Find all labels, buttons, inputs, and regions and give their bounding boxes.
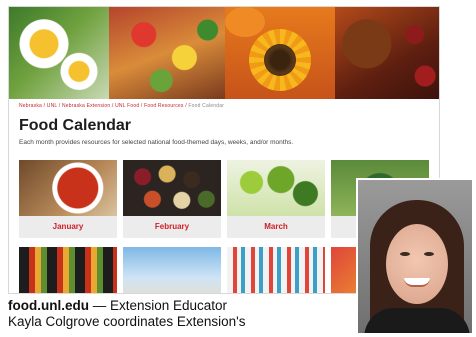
breadcrumb-link[interactable]: UNL [47, 103, 57, 109]
banner-anise-image [335, 7, 439, 99]
month-card[interactable] [227, 247, 325, 293]
breadcrumb-link[interactable]: Nebraska [19, 103, 42, 109]
banner-sunflower-image [225, 7, 335, 99]
month-card-february[interactable]: February [123, 160, 221, 238]
month-card-january[interactable]: January [19, 160, 117, 238]
month-card[interactable] [123, 247, 221, 293]
caption-text: — Extension Educator [88, 298, 228, 313]
month-label[interactable]: January [19, 216, 117, 238]
month-label[interactable]: March [227, 216, 325, 238]
month-label[interactable]: February [123, 216, 221, 238]
caption-url: food.unl.edu [8, 298, 89, 313]
breadcrumb-current: Food Calendar [188, 103, 225, 109]
ice-pops-image[interactable] [227, 247, 325, 293]
breadcrumb-link[interactable]: Food Resources [144, 103, 184, 109]
milk-cartons-image[interactable] [123, 247, 221, 293]
educator-portrait-photo [356, 178, 474, 335]
page-title: Food Calendar [19, 117, 132, 134]
breadcrumb-link[interactable]: UNL Food [115, 103, 139, 109]
spice-bowls-image[interactable] [123, 160, 221, 216]
soup-bowl-image[interactable] [19, 160, 117, 216]
green-vegetables-image[interactable] [227, 160, 325, 216]
banner-vegetables-image [109, 7, 225, 99]
kabobs-image[interactable] [19, 247, 117, 293]
caption-line-2: Kayla Colgrove coordinates Extension's [8, 314, 246, 329]
banner-image-strip [9, 7, 439, 99]
breadcrumb: Nebraska / UNL / Nebraska Extension / UN… [19, 103, 225, 109]
page-description: Each month provides resources for select… [19, 139, 294, 146]
breadcrumb-link[interactable]: Nebraska Extension [62, 103, 110, 109]
photo-caption: food.unl.edu — Extension Educator Kayla … [8, 298, 352, 330]
caption-line-1: food.unl.edu — Extension Educator [8, 298, 352, 314]
month-card-march[interactable]: March [227, 160, 325, 238]
month-card[interactable] [19, 247, 117, 293]
banner-eggs-image [9, 7, 109, 99]
